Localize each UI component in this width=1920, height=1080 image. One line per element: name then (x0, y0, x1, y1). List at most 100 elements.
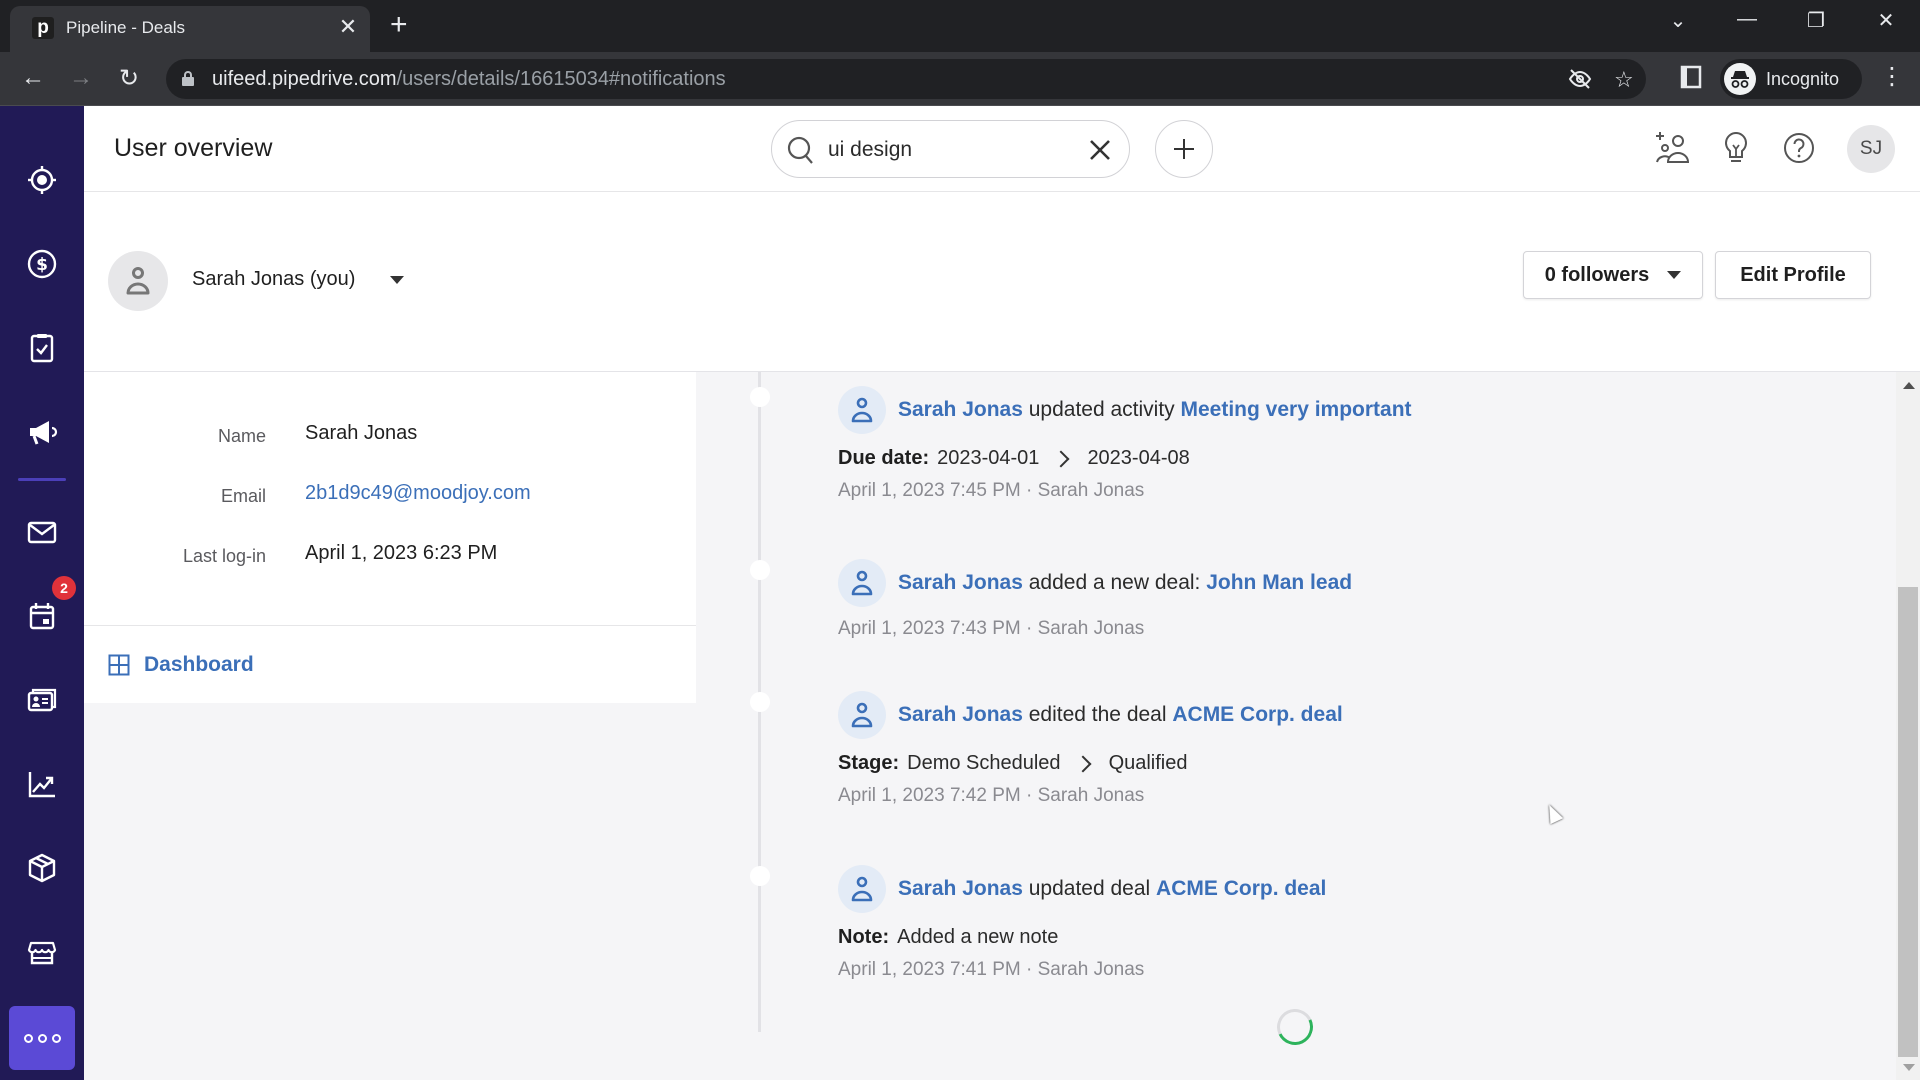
action-text: updated deal (1022, 877, 1157, 900)
reload-button[interactable]: ↻ (114, 64, 144, 93)
tab-search-chevron-icon[interactable]: ⌄ (1660, 8, 1696, 33)
author: Sarah Jonas (1037, 959, 1145, 980)
new-tab-button[interactable]: + (390, 10, 408, 40)
scrollbar-thumb[interactable] (1898, 587, 1918, 1057)
quick-add-button[interactable] (1155, 120, 1213, 178)
detail-value: Sarah Jonas (305, 422, 418, 444)
minimize-button[interactable]: — (1729, 8, 1765, 31)
sidebar-item-mail[interactable] (18, 508, 66, 556)
separator: · (1020, 785, 1038, 806)
actor-link[interactable]: Sarah Jonas (898, 571, 1023, 594)
url-path: /users/details/16615034#notifications (396, 68, 726, 90)
box-icon (28, 853, 56, 883)
detail-label: Email (220, 486, 266, 506)
scroll-down-arrow-icon[interactable] (1903, 1064, 1915, 1071)
timestamp: April 1, 2023 7:43 PM (838, 618, 1021, 639)
browser-menu-icon[interactable]: ⋮ (1880, 62, 1904, 91)
app-header: User overview SJ (84, 106, 1920, 192)
sidebar-item-deals[interactable]: $ (18, 240, 66, 288)
sidebar-item-leads[interactable] (18, 156, 66, 204)
bookmark-star-icon[interactable]: ☆ (1614, 67, 1634, 93)
timeline-scrollbar[interactable] (1896, 372, 1920, 1080)
sidebar-item-contacts[interactable] (18, 676, 66, 724)
more-dot-icon (23, 1033, 33, 1043)
email-link[interactable]: 2b1d9c49@moodjoy.com (305, 482, 531, 505)
tips-button[interactable] (1716, 128, 1756, 168)
timeline-dot (750, 866, 770, 886)
tab-title: Pipeline - Deals (66, 18, 186, 37)
global-search[interactable] (771, 120, 1130, 178)
action-text: added a new deal: (1022, 571, 1207, 594)
side-panel-icon[interactable] (1676, 65, 1706, 96)
calendar-icon (29, 603, 55, 630)
separator: · (1020, 480, 1038, 501)
user-switch-caret-icon[interactable] (390, 276, 404, 284)
incognito-label: Incognito (1766, 69, 1840, 89)
calendar-badge: 2 (52, 576, 76, 600)
detail-row-name: Name Sarah Jonas (84, 422, 696, 452)
address-bar[interactable]: uifeed.pipedrive.com/users/details/16615… (166, 59, 1646, 99)
profile-avatar (108, 251, 168, 311)
eye-off-icon[interactable] (1568, 67, 1592, 97)
person-icon (838, 559, 886, 607)
timeline-dot (750, 692, 770, 712)
sidebar-divider (18, 478, 66, 481)
dollar-icon: $ (27, 249, 57, 279)
scroll-up-arrow-icon[interactable] (1903, 382, 1915, 389)
target-link[interactable]: John Man lead (1206, 571, 1352, 594)
followers-dropdown[interactable]: 0 followers (1523, 251, 1703, 299)
incognito-profile-button[interactable]: Incognito (1720, 59, 1862, 99)
lightbulb-icon (1725, 131, 1747, 162)
browser-tab-bar: p Pipeline - Deals ✕ + ⌄ — ❐ ✕ (0, 0, 1920, 52)
back-button[interactable]: ← (18, 64, 48, 92)
help-button[interactable] (1779, 128, 1819, 168)
pipedrive-favicon-icon: p (32, 17, 54, 39)
sidebar-more-button[interactable] (9, 1006, 75, 1070)
timeline-text: Sarah Jonas edited the deal ACME Corp. d… (898, 703, 1343, 727)
browser-tab[interactable]: p Pipeline - Deals ✕ (10, 6, 370, 52)
search-input[interactable] (828, 135, 1068, 165)
incognito-icon (1724, 63, 1756, 95)
target-link[interactable]: ACME Corp. deal (1172, 703, 1342, 726)
invite-users-button[interactable] (1653, 128, 1693, 168)
window-close-button[interactable]: ✕ (1868, 8, 1904, 33)
detail-value: April 1, 2023 6:23 PM (305, 542, 498, 564)
browser-toolbar: ← → ↻ uifeed.pipedrive.com/users/details… (0, 52, 1920, 106)
user-avatar[interactable]: SJ (1847, 125, 1895, 173)
dashboard-link[interactable]: Dashboard (108, 650, 254, 680)
activity-timeline: Sarah Jonas updated activity Meeting ver… (696, 372, 1896, 1080)
target-link[interactable]: Meeting very important (1181, 398, 1412, 421)
lock-icon (182, 71, 194, 86)
author: Sarah Jonas (1037, 618, 1145, 639)
target-link[interactable]: ACME Corp. deal (1156, 877, 1326, 900)
timeline-meta: April 1, 2023 7:42 PM · Sarah Jonas (838, 785, 1838, 807)
timeline-item: Sarah Jonas updated deal ACME Corp. deal… (838, 864, 1838, 981)
chevron-right-icon (1052, 450, 1070, 467)
edit-profile-button[interactable]: Edit Profile (1715, 251, 1871, 299)
actor-link[interactable]: Sarah Jonas (898, 398, 1023, 421)
url-host: uifeed.pipedrive.com (212, 68, 397, 90)
timeline-text: Sarah Jonas updated activity Meeting ver… (898, 398, 1412, 422)
actor-link[interactable]: Sarah Jonas (898, 877, 1023, 900)
timeline-meta: April 1, 2023 7:45 PM · Sarah Jonas (838, 480, 1838, 502)
person-icon (126, 267, 150, 295)
sidebar-item-campaigns[interactable] (18, 408, 66, 456)
profile-name[interactable]: Sarah Jonas (you) (192, 268, 355, 291)
sidebar-item-activities[interactable] (18, 324, 66, 372)
action-text: updated activity (1022, 398, 1181, 421)
timeline-dot (750, 560, 770, 580)
sidebar-item-marketplace[interactable] (18, 928, 66, 976)
actor-link[interactable]: Sarah Jonas (898, 703, 1023, 726)
sidebar-item-insights[interactable] (18, 760, 66, 808)
clear-search-icon[interactable] (1084, 134, 1116, 166)
forward-button[interactable]: → (66, 64, 96, 92)
restore-button[interactable]: ❐ (1798, 8, 1834, 33)
divider (84, 625, 696, 626)
old-value: Demo Scheduled (907, 752, 1061, 774)
timestamp: April 1, 2023 7:41 PM (838, 959, 1021, 980)
clipboard-check-icon (30, 334, 54, 363)
tab-close-icon[interactable]: ✕ (336, 15, 360, 39)
person-icon (838, 691, 886, 739)
sidebar-item-products[interactable] (18, 844, 66, 892)
timeline-text: Sarah Jonas updated deal ACME Corp. deal (898, 877, 1326, 901)
